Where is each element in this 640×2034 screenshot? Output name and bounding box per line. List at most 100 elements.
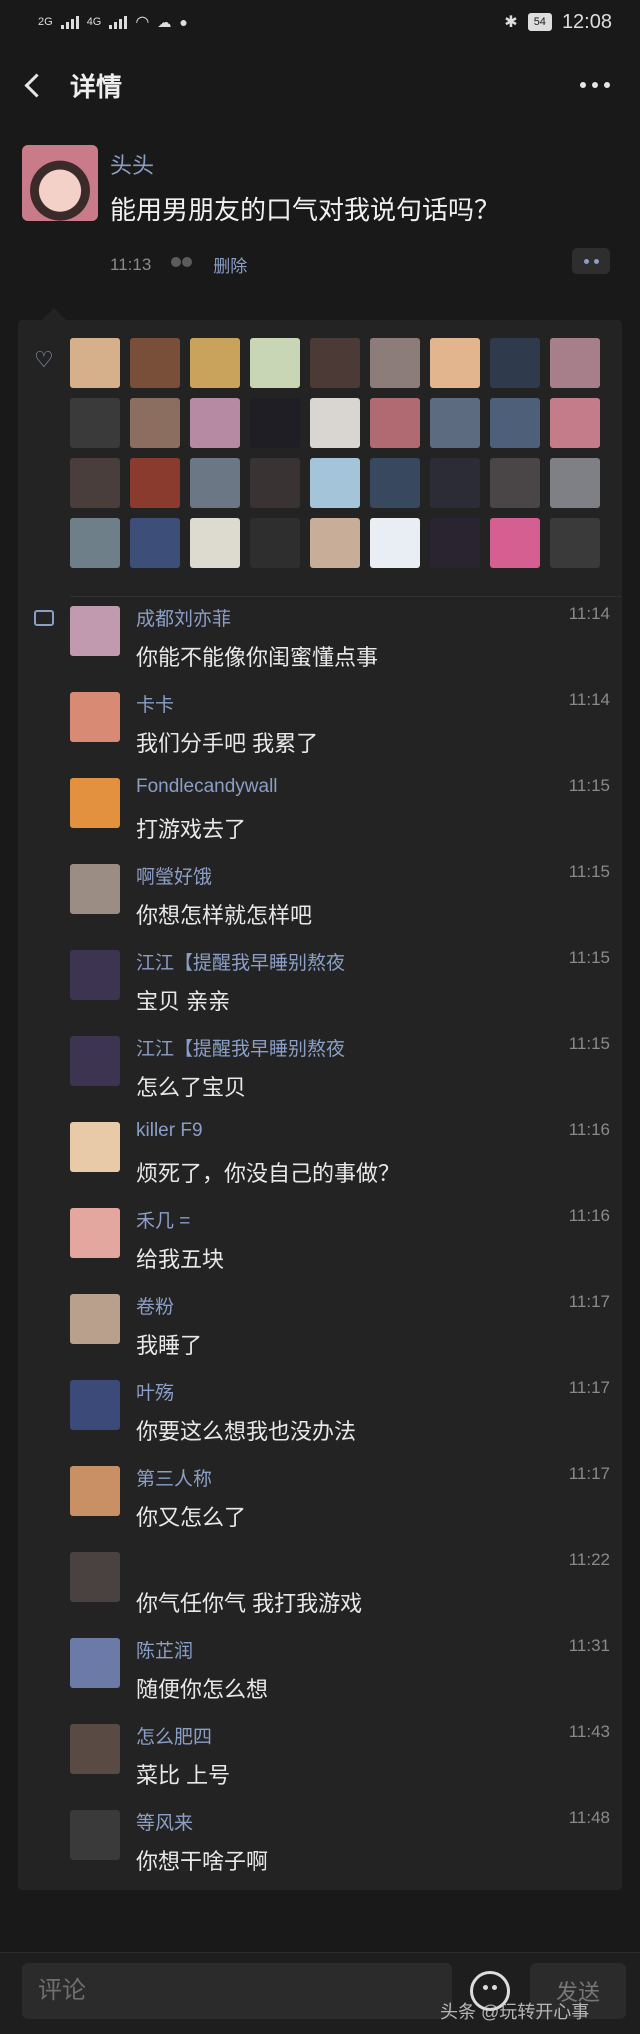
commenter-avatar[interactable] — [70, 692, 120, 742]
delete-button[interactable]: 删除 — [213, 252, 247, 277]
like-avatar[interactable] — [370, 398, 420, 448]
like-avatar[interactable] — [430, 338, 480, 388]
like-avatar[interactable] — [430, 458, 480, 508]
header: 详情 — [0, 50, 640, 120]
like-avatar[interactable] — [130, 398, 180, 448]
like-avatar[interactable] — [550, 338, 600, 388]
like-avatar[interactable] — [250, 458, 300, 508]
like-avatar[interactable] — [550, 518, 600, 568]
commenter-avatar[interactable] — [70, 950, 120, 1000]
commenter-avatar[interactable] — [70, 778, 120, 828]
watermark: 头条 @玩转开心事 — [440, 2002, 590, 2022]
commenter-avatar[interactable] — [70, 1552, 120, 1602]
comment-row[interactable]: 禾几 = 11:16 给我五块 — [70, 1194, 610, 1280]
comment-text: 烦死了，你没自己的事做？ — [136, 1161, 401, 1186]
comment-row[interactable]: 卡卡 11:14 我们分手吧 我累了 — [70, 678, 610, 764]
commenter-avatar[interactable] — [70, 1380, 120, 1430]
network-label-2: 4G — [86, 16, 102, 28]
like-avatar[interactable] — [430, 518, 480, 568]
commenter-avatar[interactable] — [70, 606, 120, 656]
commenter-name[interactable]: 江江【提醒我早睡别熬夜 — [136, 1034, 345, 1061]
like-avatar[interactable] — [370, 518, 420, 568]
like-avatar[interactable] — [70, 518, 120, 568]
like-avatar[interactable] — [490, 338, 540, 388]
comment-row[interactable]: 11:22 你气任你气 我打我游戏 — [70, 1538, 610, 1624]
comment-time: 11:14 — [568, 690, 610, 709]
like-avatar[interactable] — [250, 398, 300, 448]
commenter-name[interactable]: 江江【提醒我早睡别熬夜 — [136, 948, 345, 975]
commenter-name[interactable]: 怎么肥四 — [136, 1722, 212, 1749]
post-author-name[interactable]: 头头 — [110, 148, 154, 180]
commenter-avatar[interactable] — [70, 1208, 120, 1258]
commenter-avatar[interactable] — [70, 1810, 120, 1860]
comment-row[interactable]: 陈芷润 11:31 随便你怎么想 — [70, 1624, 610, 1710]
comment-row[interactable]: 叶殇 11:17 你要这么想我也没办法 — [70, 1366, 610, 1452]
comment-text: 怎么了宝贝 — [136, 1075, 247, 1100]
commenter-name[interactable]: Fondlecandywall — [136, 776, 278, 798]
post-text: 能用男朋友的口气对我说句话吗？ — [110, 195, 501, 225]
like-avatar[interactable] — [190, 518, 240, 568]
like-avatar[interactable] — [250, 518, 300, 568]
commenter-name[interactable]: 成都刘亦菲 — [136, 604, 231, 631]
comment-text: 我们分手吧 我累了 — [136, 731, 319, 756]
like-avatar[interactable] — [370, 458, 420, 508]
comment-row[interactable]: 成都刘亦菲 11:14 你能不能像你闺蜜懂点事 — [70, 592, 610, 678]
commenter-avatar[interactable] — [70, 1724, 120, 1774]
commenter-name[interactable]: 啊瑩好饿 — [136, 862, 212, 889]
comment-row[interactable]: Fondlecandywall 11:15 打游戏去了 — [70, 764, 610, 850]
like-avatar[interactable] — [490, 458, 540, 508]
like-avatar[interactable] — [130, 458, 180, 508]
more-icon[interactable] — [580, 82, 610, 88]
like-avatar[interactable] — [250, 338, 300, 388]
commenter-name[interactable]: killer F9 — [136, 1120, 203, 1142]
like-avatar[interactable] — [130, 518, 180, 568]
like-avatar[interactable] — [70, 398, 120, 448]
like-avatar[interactable] — [310, 338, 360, 388]
comment-input[interactable] — [22, 1963, 452, 2019]
comment-text: 菜比 上号 — [136, 1763, 231, 1788]
like-avatar[interactable] — [430, 398, 480, 448]
like-avatar[interactable] — [490, 398, 540, 448]
commenter-avatar[interactable] — [70, 1466, 120, 1516]
like-avatar[interactable] — [550, 458, 600, 508]
commenter-name[interactable]: 禾几 = — [136, 1206, 190, 1233]
back-icon[interactable] — [20, 71, 48, 99]
like-avatar[interactable] — [490, 518, 540, 568]
like-avatar[interactable] — [190, 398, 240, 448]
post-author-avatar[interactable] — [22, 145, 98, 221]
commenter-avatar[interactable] — [70, 1638, 120, 1688]
commenter-name[interactable]: 陈芷润 — [136, 1636, 193, 1663]
like-avatar[interactable] — [310, 458, 360, 508]
commenter-name[interactable]: 卡卡 — [136, 690, 174, 717]
comment-row[interactable]: 江江【提醒我早睡别熬夜 11:15 怎么了宝贝 — [70, 1022, 610, 1108]
like-avatar[interactable] — [310, 398, 360, 448]
like-avatar[interactable] — [70, 458, 120, 508]
comment-time: 11:14 — [568, 604, 610, 623]
comment-row[interactable]: 等风来 11:48 你想干啥子啊 — [70, 1796, 610, 1882]
like-avatar[interactable] — [70, 338, 120, 388]
signal-icon-2 — [109, 15, 128, 29]
comment-time: 11:22 — [568, 1550, 610, 1569]
commenter-avatar[interactable] — [70, 1036, 120, 1086]
like-avatar[interactable] — [310, 518, 360, 568]
commenter-avatar[interactable] — [70, 1122, 120, 1172]
commenter-name[interactable]: 第三人称 — [136, 1464, 212, 1491]
comment-row[interactable]: killer F9 11:16 烦死了，你没自己的事做？ — [70, 1108, 610, 1194]
commenter-name[interactable]: 卷粉 — [136, 1292, 174, 1319]
comment-time: 11:15 — [568, 1034, 610, 1053]
commenter-name[interactable]: 叶殇 — [136, 1378, 174, 1405]
comment-row[interactable]: 第三人称 11:17 你又怎么了 — [70, 1452, 610, 1538]
comment-row[interactable]: 江江【提醒我早睡别熬夜 11:15 宝贝 亲亲 — [70, 936, 610, 1022]
comment-action-button[interactable] — [572, 248, 610, 274]
like-avatar[interactable] — [130, 338, 180, 388]
comment-row[interactable]: 啊瑩好饿 11:15 你想怎样就怎样吧 — [70, 850, 610, 936]
commenter-avatar[interactable] — [70, 864, 120, 914]
commenter-name[interactable]: 等风来 — [136, 1808, 193, 1835]
like-avatar[interactable] — [550, 398, 600, 448]
commenter-avatar[interactable] — [70, 1294, 120, 1344]
comment-row[interactable]: 卷粉 11:17 我睡了 — [70, 1280, 610, 1366]
like-avatar[interactable] — [370, 338, 420, 388]
like-avatar[interactable] — [190, 458, 240, 508]
comment-row[interactable]: 怎么肥四 11:43 菜比 上号 — [70, 1710, 610, 1796]
like-avatar[interactable] — [190, 338, 240, 388]
